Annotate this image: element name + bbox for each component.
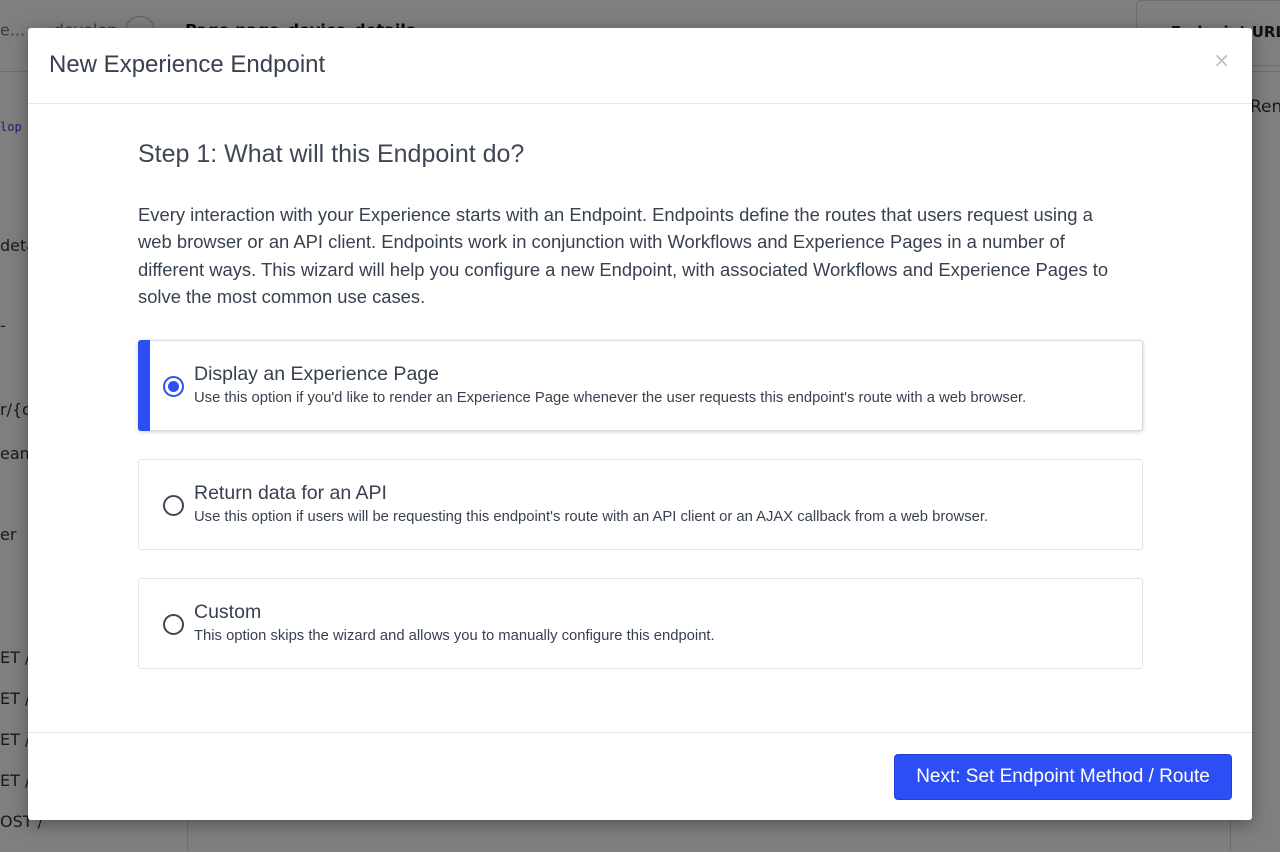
option-custom[interactable]: Custom This option skips the wizard and … [138,578,1143,669]
radio-button[interactable] [163,495,184,516]
option-return-data-api[interactable]: Return data for an API Use this option i… [138,459,1143,550]
modal-header: New Experience Endpoint × [28,28,1252,104]
close-icon[interactable]: × [1213,48,1230,72]
modal-footer: Next: Set Endpoint Method / Route [28,732,1252,820]
option-title: Return data for an API [194,482,387,504]
step-title: Step 1: What will this Endpoint do? [138,140,525,168]
option-description: This option skips the wizard and allows … [194,628,715,644]
option-description: Use this option if users will be request… [194,509,989,525]
radio-button-selected[interactable] [163,376,184,397]
option-display-experience-page[interactable]: Display an Experience Page Use this opti… [138,340,1143,431]
option-title: Display an Experience Page [194,363,439,385]
next-set-endpoint-route-button[interactable]: Next: Set Endpoint Method / Route [894,754,1232,800]
option-description: Use this option if you'd like to render … [194,390,1027,406]
modal-title: New Experience Endpoint [49,51,326,78]
selected-accent-bar [138,340,150,431]
radio-dot [168,381,179,392]
intro-text: Every interaction with your Experience s… [138,204,1109,307]
modal-body: Step 1: What will this Endpoint do? Ever… [138,140,1143,310]
endpoint-type-options: Display an Experience Page Use this opti… [138,340,1143,697]
radio-button[interactable] [163,614,184,635]
option-title: Custom [194,601,262,623]
new-endpoint-modal: New Experience Endpoint × Step 1: What w… [28,28,1252,820]
